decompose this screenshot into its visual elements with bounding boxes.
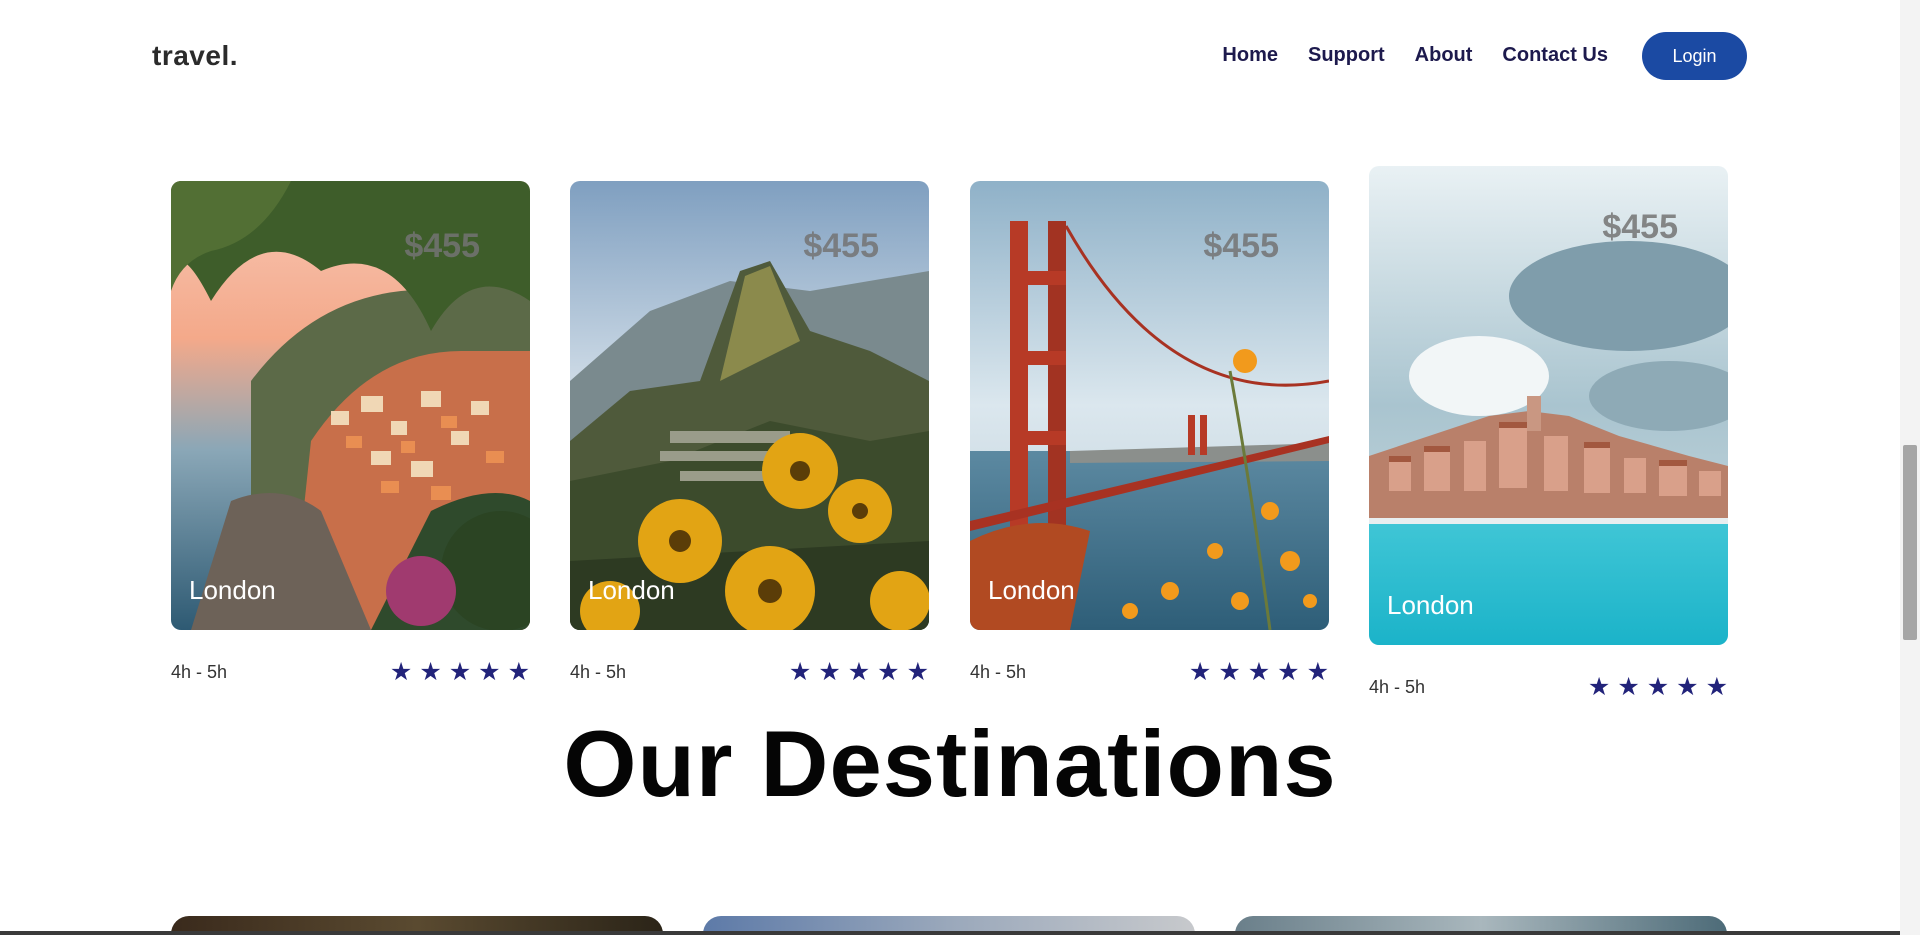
star-icon: ★ [1218, 658, 1241, 686]
destination-image: $455 London [1369, 166, 1728, 645]
rating-stars: ★ ★ ★ ★ ★ [1189, 660, 1329, 685]
star-icon: ★ [1247, 658, 1271, 686]
star-icon: ★ [1188, 658, 1212, 686]
card-meta: 4h - 5h ★ ★ ★ ★ ★ [171, 660, 530, 685]
card-price: $455 [404, 227, 480, 265]
card-price: $455 [803, 227, 879, 265]
card-duration: 4h - 5h [171, 662, 228, 682]
star-icon: ★ [877, 658, 900, 686]
star-icon: ★ [1646, 673, 1670, 701]
nav-link-home[interactable]: Home [1222, 44, 1278, 67]
destination-card[interactable]: $455 London 4h - 5h ★ ★ ★ ★ ★ [171, 181, 530, 685]
rating-stars: ★ ★ ★ ★ ★ [1588, 675, 1728, 700]
star-icon: ★ [507, 658, 530, 686]
star-icon: ★ [1306, 658, 1329, 686]
destination-image: $455 London [171, 181, 530, 630]
card-duration: 4h - 5h [1369, 677, 1426, 697]
nav-link-about[interactable]: About [1415, 44, 1473, 67]
login-button[interactable]: Login [1642, 32, 1747, 80]
card-meta: 4h - 5h ★ ★ ★ ★ ★ [1369, 675, 1728, 700]
destination-card[interactable]: $455 London 4h - 5h ★ ★ ★ ★ ★ [570, 181, 929, 685]
card-city: London [988, 575, 1075, 605]
star-icon: ★ [818, 658, 841, 686]
star-icon: ★ [478, 658, 501, 686]
section-heading: Our Destinations [563, 711, 1337, 816]
destination-image: $455 London [970, 181, 1329, 630]
top-nav: travel. Home Support About Contact Us Lo… [0, 0, 1900, 110]
star-icon: ★ [847, 658, 871, 686]
star-icon: ★ [389, 658, 413, 686]
rating-stars: ★ ★ ★ ★ ★ [390, 660, 530, 685]
vertical-scrollbar[interactable] [1900, 0, 1920, 935]
nav-link-contact[interactable]: Contact Us [1502, 44, 1608, 67]
card-duration: 4h - 5h [970, 662, 1027, 682]
nav-link-support[interactable]: Support [1308, 44, 1385, 67]
star-icon: ★ [1676, 673, 1699, 701]
star-icon: ★ [788, 658, 812, 686]
star-icon: ★ [419, 658, 442, 686]
page-bottom-edge [0, 931, 1900, 935]
nav-links: Home Support About Contact Us [1222, 44, 1608, 67]
star-icon: ★ [448, 658, 472, 686]
destination-card[interactable]: $455 London 4h - 5h ★ ★ ★ ★ ★ [970, 181, 1329, 685]
star-icon: ★ [1617, 673, 1640, 701]
destination-image: $455 London [570, 181, 929, 630]
star-icon: ★ [906, 658, 929, 686]
card-meta: 4h - 5h ★ ★ ★ ★ ★ [570, 660, 929, 685]
card-meta: 4h - 5h ★ ★ ★ ★ ★ [970, 660, 1329, 685]
card-price: $455 [1602, 208, 1678, 246]
destination-card[interactable]: $455 London 4h - 5h ★ ★ ★ ★ ★ [1369, 166, 1728, 700]
card-city: London [1387, 590, 1474, 620]
rating-stars: ★ ★ ★ ★ ★ [789, 660, 929, 685]
card-duration: 4h - 5h [570, 662, 627, 682]
card-city: London [189, 575, 276, 605]
star-icon: ★ [1705, 673, 1728, 701]
scrollbar-thumb[interactable] [1903, 445, 1917, 640]
star-icon: ★ [1277, 658, 1300, 686]
logo[interactable]: travel. [152, 40, 238, 72]
star-icon: ★ [1587, 673, 1611, 701]
card-price: $455 [1203, 227, 1279, 265]
card-city: London [588, 575, 675, 605]
